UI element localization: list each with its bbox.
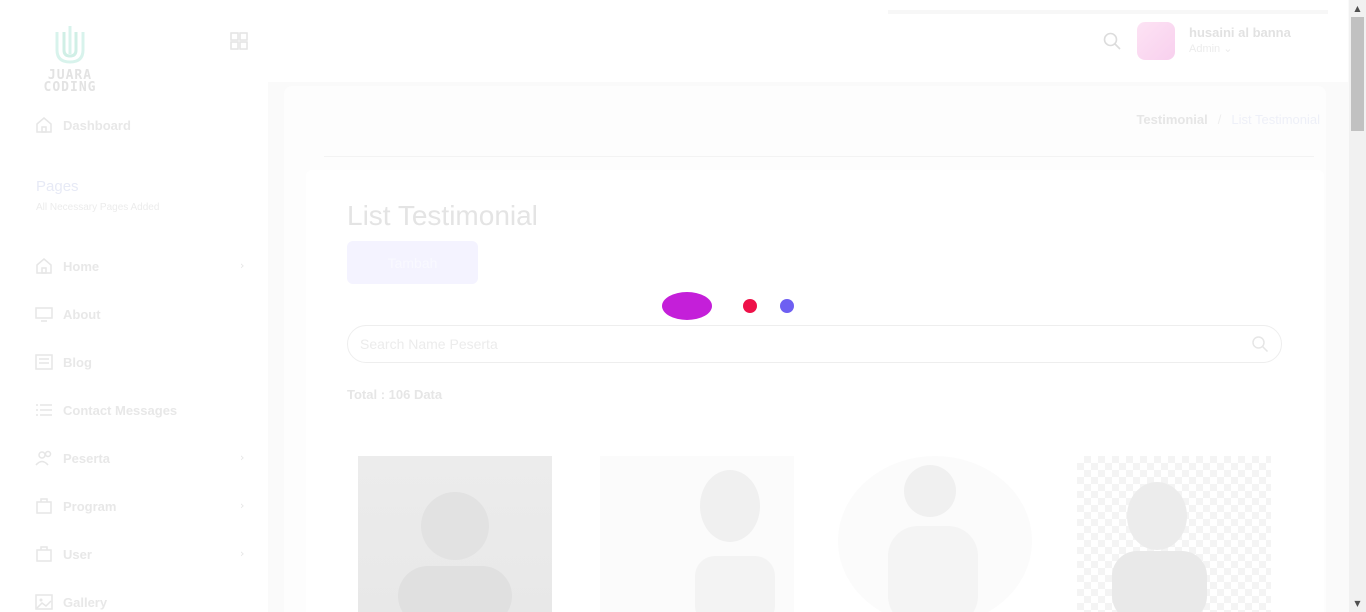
content-divider <box>324 156 1314 157</box>
chevron-right-icon: › <box>240 259 245 272</box>
person-photo-icon <box>695 470 775 612</box>
scrollbar-thumb[interactable] <box>1351 17 1364 131</box>
breadcrumb-separator: / <box>1217 112 1222 127</box>
sidebar-item-label: Peserta <box>63 450 110 466</box>
search-input[interactable] <box>360 334 1240 354</box>
search-icon[interactable] <box>1251 335 1269 353</box>
sidebar-item-contact-messages[interactable]: Contact Messages <box>34 399 248 421</box>
newspaper-icon <box>34 352 54 372</box>
total-count: Total : 106 Data <box>347 387 443 402</box>
sidebar-item-label: Contact Messages <box>63 402 178 418</box>
list-icon <box>34 400 54 420</box>
app-root: JUARA CODING Dashboard Pages All Necessa… <box>0 0 1366 612</box>
avatar[interactable] <box>1137 22 1175 60</box>
loader-dot <box>743 299 757 313</box>
sidebar-item-label: Blog <box>63 354 92 370</box>
header-divider <box>888 10 1328 14</box>
chevron-right-icon: › <box>240 547 245 560</box>
scroll-up-icon[interactable]: ▲ <box>1349 0 1366 17</box>
users-icon <box>34 448 54 468</box>
building-icon <box>34 496 54 516</box>
sidebar-item-blog[interactable]: Blog <box>34 351 248 373</box>
breadcrumb-current: List Testimonial <box>1231 112 1320 127</box>
testimonial-photo[interactable] <box>838 456 1032 612</box>
testimonial-photo[interactable] <box>358 456 552 612</box>
sidebar-item-label: Dashboard <box>63 117 131 133</box>
home-icon <box>34 256 54 276</box>
brand-logo[interactable]: JUARA CODING <box>34 18 106 94</box>
sidebar-section-subtitle: All Necessary Pages Added <box>36 202 160 213</box>
sidebar-section-title: Pages <box>36 178 79 195</box>
sidebar-item-label: About <box>63 306 101 322</box>
sidebar-item-label: User <box>63 546 92 562</box>
grid-menu-icon[interactable] <box>230 32 248 50</box>
search-box <box>347 325 1282 363</box>
sidebar-item-gallery[interactable]: Gallery <box>34 591 248 612</box>
image-icon <box>34 592 54 612</box>
logo-mark-icon <box>55 26 85 64</box>
page-scrollbar[interactable]: ▲ ▼ <box>1349 0 1366 612</box>
sidebar-item-peserta[interactable]: Peserta › <box>34 447 248 469</box>
sidebar-item-label: Program <box>63 498 117 514</box>
chevron-down-icon: ⌄ <box>1223 43 1233 55</box>
monitor-icon <box>34 304 54 324</box>
chevron-right-icon: › <box>240 451 245 464</box>
sidebar-item-label: Gallery <box>63 594 108 610</box>
testimonial-photo[interactable] <box>1077 456 1271 612</box>
sidebar-item-label: Home <box>63 258 100 274</box>
sidebar-item-dashboard[interactable]: Dashboard <box>34 114 248 136</box>
person-photo-icon <box>1112 482 1207 612</box>
breadcrumb: Testimonial / List Testimonial <box>1136 112 1320 127</box>
sidebar-item-home[interactable]: Home › <box>34 255 248 277</box>
search-icon[interactable] <box>1102 31 1122 51</box>
page-title: List Testimonial <box>347 200 538 231</box>
scroll-down-icon[interactable]: ▼ <box>1349 595 1366 612</box>
sidebar-item-about[interactable]: About <box>34 303 248 325</box>
chevron-right-icon: › <box>240 499 245 512</box>
home-icon <box>34 115 54 135</box>
breadcrumb-parent[interactable]: Testimonial <box>1136 112 1207 127</box>
sidebar-item-program[interactable]: Program › <box>34 495 248 517</box>
loading-spinner <box>660 290 800 324</box>
user-name[interactable]: husaini al banna <box>1189 25 1291 40</box>
user-role[interactable]: Admin ⌄ <box>1189 42 1232 55</box>
top-header: husaini al banna Admin ⌄ <box>268 0 1348 82</box>
building-icon <box>34 544 54 564</box>
add-testimonial-button[interactable]: Tambah <box>347 241 478 284</box>
loader-blob <box>662 292 712 320</box>
loader-dot <box>780 299 794 313</box>
sidebar: JUARA CODING Dashboard Pages All Necessa… <box>0 0 268 612</box>
person-photo-icon <box>888 465 978 612</box>
logo-text: JUARA CODING <box>43 68 97 95</box>
sidebar-item-user[interactable]: User › <box>34 543 248 565</box>
testimonial-photo[interactable] <box>600 456 794 612</box>
person-photo-icon <box>398 492 512 612</box>
